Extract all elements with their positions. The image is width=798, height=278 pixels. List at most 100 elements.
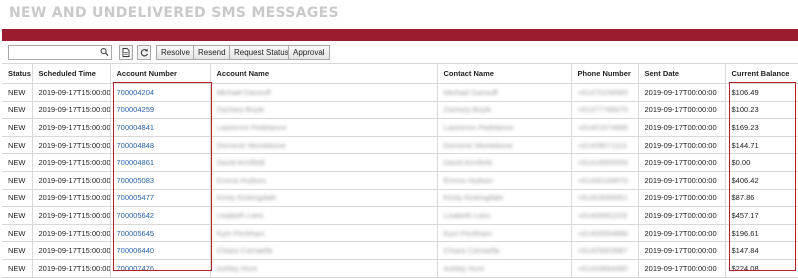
contact-name-cell: Michael Danouff (437, 83, 572, 102)
account-name-cell-text: Emma Hudson (216, 175, 267, 185)
scheduled-time-cell: 2019-09-17T15:00:00 (32, 83, 111, 102)
status-cell: NEW (2, 259, 33, 278)
column-header-current-balance[interactable]: Current Balance (725, 63, 798, 84)
account-name-cell-text: Ashley Hunt (216, 263, 257, 273)
contact-name-cell-text: Michael Danouff (443, 87, 498, 97)
account-number-link[interactable]: 700004861 (110, 153, 211, 172)
table-row[interactable]: NEW 2019-09-17T15:00:00 700007476 Ashley Hu… (2, 259, 798, 278)
refresh-button[interactable] (137, 45, 151, 60)
sent-date-cell: 2019-09-17T00:00:00 (638, 224, 726, 243)
account-number-link[interactable]: 700005645 (110, 224, 211, 243)
phone-number-cell: +61470156565 (571, 83, 639, 102)
column-header-phone-number[interactable]: Phone Number (571, 63, 639, 84)
search-icon[interactable] (100, 47, 109, 57)
search-input[interactable] (8, 45, 112, 60)
current-balance-cell: $196.61 (725, 224, 798, 243)
contact-name-cell: Zachary Boyle (437, 101, 572, 120)
account-number-link[interactable]: 700004841 (110, 118, 211, 137)
sent-date-cell: 2019-09-17T00:00:00 (638, 136, 726, 155)
account-number-link[interactable]: 700006440 (110, 241, 211, 260)
document-icon (122, 48, 130, 57)
table-row[interactable]: NEW 2019-09-17T15:00:00 700006440 Chiara Ca… (2, 241, 798, 260)
account-name-cell-text: Chiara Camaella (216, 246, 273, 256)
table-header-row: Status Scheduled Time Account Number Acc… (2, 63, 798, 84)
scheduled-time-cell: 2019-09-17T15:00:00 (32, 136, 111, 155)
account-name-cell: Lawrence Pedelance (210, 118, 438, 137)
contact-name-cell-text: Lisabeth Lees (443, 210, 491, 220)
request-status-button[interactable]: Request Status (229, 45, 294, 60)
phone-number-cell: +61416555555 (571, 153, 639, 172)
phone-number-cell-text: +61401574685 (577, 122, 628, 132)
resolve-button[interactable]: Resolve (156, 45, 195, 60)
contact-name-cell-text: Zachary Boyle (443, 105, 492, 115)
account-name-cell: Emma Hudson (210, 171, 438, 190)
account-number-link[interactable]: 700004204 (110, 83, 211, 102)
status-cell: NEW (2, 153, 33, 172)
sent-date-cell: 2019-09-17T00:00:00 (638, 206, 726, 225)
account-name-cell: Kirsty Kinkingdale (210, 189, 438, 208)
table-row[interactable]: NEW 2019-09-17T15:00:00 700004848 Domenic M… (2, 136, 798, 155)
table-row[interactable]: NEW 2019-09-17T15:00:00 700005477 Kirsty Ki… (2, 189, 798, 208)
sent-date-cell: 2019-09-17T00:00:00 (638, 153, 726, 172)
phone-number-cell: +61425003987 (571, 241, 639, 260)
column-header-status[interactable]: Status (2, 63, 33, 84)
account-number-link[interactable]: 700004259 (110, 101, 211, 120)
approval-button[interactable]: Approval (288, 45, 330, 60)
status-cell: NEW (2, 224, 33, 243)
table-row[interactable]: NEW 2019-09-17T15:00:00 700005645 Kym Peckh… (2, 224, 798, 243)
account-name-cell: Zachary Boyle (210, 101, 438, 120)
contact-name-cell: Emma Hudson (437, 171, 572, 190)
phone-number-cell-text: +61477766075 (577, 105, 628, 115)
contact-name-cell: Kirsty Kinkingdale (437, 189, 572, 208)
contact-name-cell-text: Emma Hudson (443, 175, 494, 185)
status-cell: NEW (2, 171, 33, 190)
account-number-link[interactable]: 700005477 (110, 189, 211, 208)
resend-button[interactable]: Resend (193, 45, 231, 60)
contact-name-cell-text: Lawrence Pedelance (443, 122, 514, 132)
account-number-link[interactable]: 700005083 (110, 171, 211, 190)
phone-number-cell-text: +61416555555 (577, 158, 628, 168)
sent-date-cell: 2019-09-17T00:00:00 (638, 83, 726, 102)
sent-date-cell: 2019-09-17T00:00:00 (638, 101, 726, 120)
account-number-link[interactable]: 700005642 (110, 206, 211, 225)
status-cell: NEW (2, 101, 33, 120)
column-header-scheduled-time[interactable]: Scheduled Time (32, 63, 111, 84)
account-name-cell-text: Lisabeth Lees (216, 210, 264, 220)
sent-date-cell: 2019-09-17T00:00:00 (638, 171, 726, 190)
account-name-cell-text: Domenic Montebone (216, 140, 286, 150)
account-name-cell: David Armfield (210, 153, 438, 172)
current-balance-cell: $457.17 (725, 206, 798, 225)
column-header-account-number[interactable]: Account Number (110, 63, 211, 84)
phone-number-cell: +61428071113 (571, 136, 639, 155)
contact-name-cell: David Armfield (437, 153, 572, 172)
scheduled-time-cell: 2019-09-17T15:00:00 (32, 259, 111, 278)
header-bar (2, 29, 798, 41)
account-number-link[interactable]: 700007476 (110, 259, 211, 278)
contact-name-cell-text: Kym Peckham (443, 228, 492, 238)
account-name-cell-text: Kirsty Kinkingdale (216, 193, 277, 203)
current-balance-cell: $100.23 (725, 101, 798, 120)
table-row[interactable]: NEW 2019-09-17T15:00:00 700004861 David Arm… (2, 153, 798, 172)
contact-name-cell: Kym Peckham (437, 224, 572, 243)
account-name-cell-text: David Armfield (216, 158, 265, 168)
current-balance-cell: $224.08 (725, 259, 798, 278)
export-button[interactable] (119, 45, 133, 60)
account-name-cell-text: Michael Danouff (216, 87, 271, 97)
column-header-account-name[interactable]: Account Name (210, 63, 438, 84)
scheduled-time-cell: 2019-09-17T15:00:00 (32, 224, 111, 243)
scheduled-time-cell: 2019-09-17T15:00:00 (32, 206, 111, 225)
table-row[interactable]: NEW 2019-09-17T15:00:00 700004259 Zachary B… (2, 101, 798, 120)
table-row[interactable]: NEW 2019-09-17T15:00:00 700004204 Michael D… (2, 83, 798, 102)
phone-number-cell-text: +61400554886 (577, 228, 628, 238)
column-header-sent-date[interactable]: Sent Date (638, 63, 726, 84)
table-body: NEW 2019-09-17T15:00:00 700004204 Michael D… (2, 83, 798, 278)
account-number-link[interactable]: 700004848 (110, 136, 211, 155)
column-header-contact-name[interactable]: Contact Name (437, 63, 572, 84)
table-row[interactable]: NEW 2019-09-17T15:00:00 700005642 Lisabeth … (2, 206, 798, 225)
table-row[interactable]: NEW 2019-09-17T15:00:00 700005083 Emma Huds… (2, 171, 798, 190)
scheduled-time-cell: 2019-09-17T15:00:00 (32, 241, 111, 260)
current-balance-cell: $87.86 (725, 189, 798, 208)
table-row[interactable]: NEW 2019-09-17T15:00:00 700004841 Lawrence … (2, 118, 798, 137)
phone-number-cell-text: +61428071113 (577, 140, 627, 150)
status-cell: NEW (2, 83, 33, 102)
